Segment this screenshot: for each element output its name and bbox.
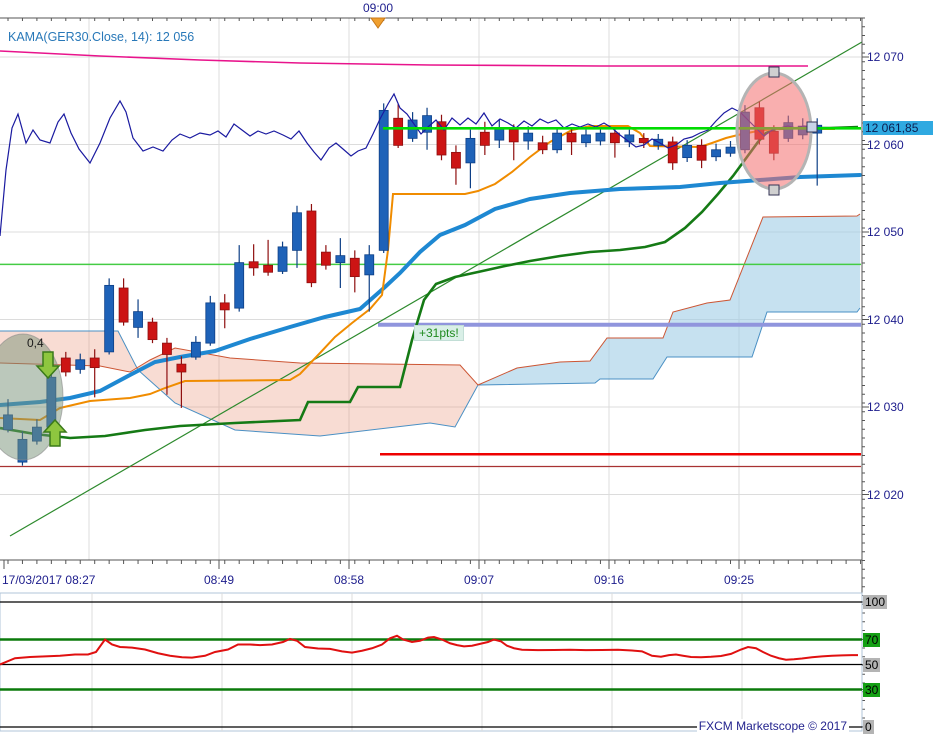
time-axis-label: 08:58 <box>333 573 365 587</box>
candle <box>219 294 230 329</box>
candle <box>595 127 606 146</box>
gain-annotation[interactable]: +31pts! <box>414 325 464 341</box>
chart-window: KAMA(GER30.Close, 14): 12 056 09:00 +31p… <box>0 0 933 736</box>
magenta-line <box>0 50 808 67</box>
chart-canvas[interactable] <box>0 0 933 736</box>
candle <box>494 119 505 148</box>
oscillator-axis-label: 50 <box>863 657 881 672</box>
current-price-tag: 12 061,85 <box>863 121 933 135</box>
time-axis-label: 09:07 <box>463 573 495 587</box>
navy-line <box>0 92 813 237</box>
candle <box>451 145 461 185</box>
candle <box>349 250 360 293</box>
candle <box>508 124 519 161</box>
price-axis-label: 12 060 <box>867 137 904 152</box>
time-marker-icon[interactable] <box>370 17 386 29</box>
price-axis-label: 12 070 <box>867 50 904 64</box>
candle <box>436 114 447 161</box>
candle <box>147 317 158 344</box>
candle <box>378 103 389 253</box>
candle <box>711 143 721 162</box>
grid-layer <box>0 18 861 560</box>
candle <box>725 141 736 157</box>
candle <box>696 139 707 169</box>
candle <box>682 140 693 162</box>
time-axis-label: 08:49 <box>203 573 235 587</box>
candle <box>263 239 274 276</box>
candle <box>537 135 548 155</box>
time-marker-label: 09:00 <box>362 1 394 15</box>
candle <box>234 245 245 312</box>
candle <box>610 127 620 158</box>
price-axis-label: 12 030 <box>867 400 904 414</box>
selection-handle[interactable] <box>768 66 780 78</box>
candle <box>190 336 201 360</box>
candle <box>552 127 562 154</box>
oscillator-axis-label: 100 <box>863 595 888 609</box>
price-marker <box>806 121 818 133</box>
selection-handle[interactable] <box>768 184 780 196</box>
candle <box>118 278 129 326</box>
candle <box>133 299 143 338</box>
time-axis-label: 09:16 <box>593 573 625 587</box>
candle <box>465 129 476 189</box>
spread-annotation: 0,4 <box>27 336 44 350</box>
candle <box>320 245 331 270</box>
candle <box>667 136 678 170</box>
candle <box>277 241 288 274</box>
candle <box>523 126 534 150</box>
candle <box>479 121 490 155</box>
time-axis-label: 17/03/2017 08:27 <box>2 573 96 587</box>
candle <box>306 204 317 288</box>
oscillator-axis-label: 0 <box>863 720 874 734</box>
candle <box>104 278 115 355</box>
indicator-title: KAMA(GER30.Close, 14): 12 056 <box>8 30 195 44</box>
candle <box>393 104 404 148</box>
candle <box>205 295 216 346</box>
price-axis-label: 12 020 <box>867 487 904 502</box>
candle <box>292 205 302 268</box>
time-axis-label: 09:25 <box>723 573 755 587</box>
candle <box>248 244 259 276</box>
oscillator-axis-label: 30 <box>863 682 881 697</box>
highlight-ellipse-right <box>735 71 813 191</box>
oscillator-panel[interactable] <box>0 592 869 732</box>
oscillator-axis-label: 70 <box>863 632 881 647</box>
price-axis-label: 12 040 <box>867 312 904 327</box>
price-axis-label: 12 050 <box>867 225 904 239</box>
watermark-credit: FXCM Marketscope © 2017 <box>696 719 849 733</box>
candle <box>335 238 346 288</box>
